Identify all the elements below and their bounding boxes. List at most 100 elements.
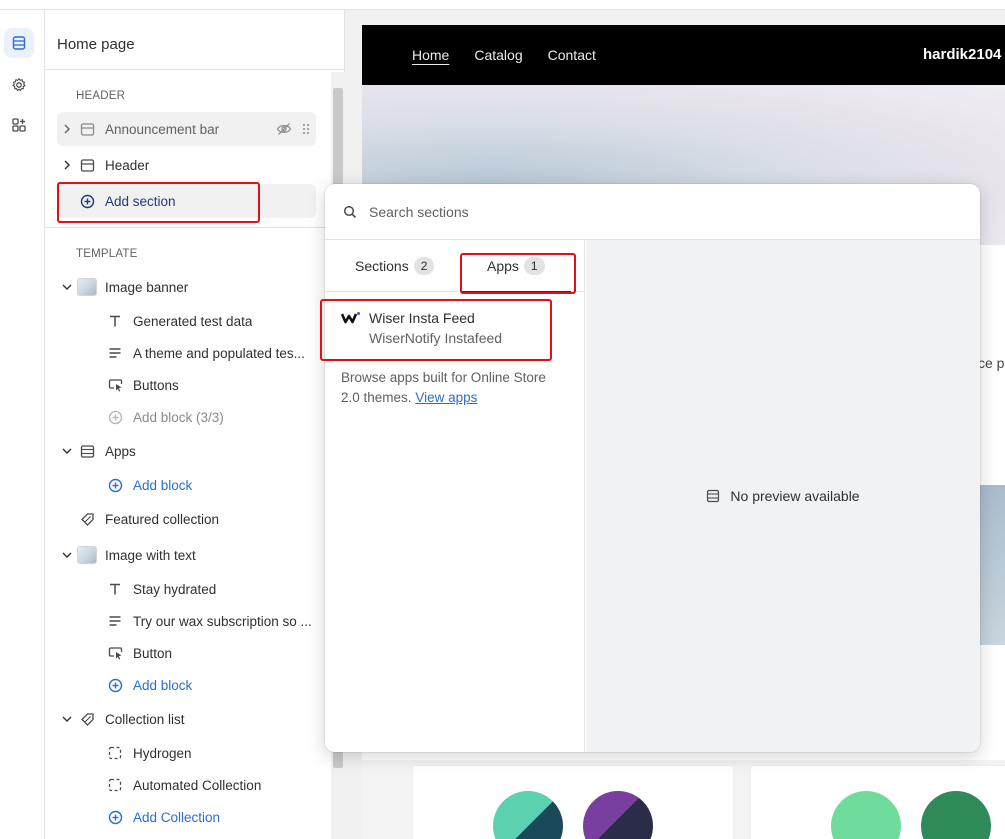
sidebar-item-label: Announcement bar [105,121,220,137]
nav-link-catalog[interactable]: Catalog [474,47,522,63]
add-block-button[interactable]: Add block [105,669,317,701]
section-icon [77,158,97,173]
block-item[interactable]: Hydrogen [105,737,317,769]
add-section-popup: Sections 2 Apps 1 Wiser Insta Feed Wiser… [325,184,980,752]
button-icon [105,646,125,660]
tab-sections[interactable]: Sections 2 [355,240,435,292]
page-title: Home page [57,36,135,53]
block-item[interactable]: Try our wax subscription so ... [105,605,317,637]
add-circle-icon [77,194,97,209]
drag-handle-icon[interactable] [302,123,310,135]
collection-card[interactable] [750,765,1005,839]
block-item[interactable]: Buttons [105,369,317,401]
top-strip [0,0,1005,10]
app-block-item[interactable]: Wiser Insta Feed WiserNotify Instafeed [340,308,561,356]
add-block-label: Add block [133,677,193,693]
block-label: Generated test data [133,313,253,329]
sidebar-item-label: Image banner [105,279,189,295]
eye-hidden-icon[interactable] [276,122,292,136]
sidebar-item-apps[interactable]: Apps [57,434,316,468]
chevron-down-icon[interactable] [60,447,74,455]
block-item[interactable]: Stay hydrated [105,573,317,605]
chevron-down-icon[interactable] [60,551,74,559]
image-thumbnail [77,278,97,296]
block-item[interactable]: A theme and populated tes... [105,337,317,369]
sidebar-item-image-with-text[interactable]: Image with text [57,538,316,572]
app-vendor: WiserNotify Instafeed [369,330,503,346]
add-block-label: Add block (3/3) [133,409,224,425]
icon-rail [0,10,45,839]
sections-rail-button[interactable] [4,28,34,58]
add-collection-button[interactable]: Add Collection [105,801,317,833]
tab-label: Sections [355,258,409,274]
add-block-label: Add block [133,477,193,493]
add-section-button[interactable]: Add section [57,184,316,218]
popup-list-pane: Sections 2 Apps 1 Wiser Insta Feed Wiser… [325,240,585,752]
tab-count-badge: 2 [413,257,435,275]
chevron-down-icon[interactable] [60,283,74,291]
view-apps-link[interactable]: View apps [415,390,477,405]
sidebar-item-label: Apps [105,443,136,459]
block-item[interactable]: Button [105,637,317,669]
sidebar-item-label: Header [105,157,150,173]
divider [45,227,345,228]
image-with-text-image [979,485,1005,645]
search-icon [343,205,357,219]
tag-icon [77,712,97,727]
block-label: Buttons [133,377,179,393]
add-circle-icon [105,478,125,493]
button-icon [105,378,125,392]
section-search-bar [325,184,980,240]
template-group-label: TEMPLATE [76,248,138,260]
store-brand[interactable]: hardik2104 [923,46,1001,63]
sidebar-item-image-banner[interactable]: Image banner [57,270,316,304]
sidebar-item-label: Featured collection [105,511,220,527]
browse-apps-text: Browse apps built for Online Store 2.0 t… [341,368,566,408]
nav-link-home[interactable]: Home [412,47,449,63]
sidebar-item-announcement-bar[interactable]: Announcement bar [57,112,316,146]
nav-link-contact[interactable]: Contact [548,47,596,63]
store-nav: Home Catalog Contact hardik2104 [362,25,1005,85]
no-preview-label: No preview available [730,488,860,504]
chevron-down-icon[interactable] [60,715,74,723]
app-embeds-rail-button[interactable] [4,110,34,140]
sidebar-item-collection-list[interactable]: Collection list [57,702,316,736]
apps-section-icon [77,444,97,459]
block-label: Hydrogen [133,745,192,761]
theme-settings-rail-button[interactable] [4,70,34,100]
tag-icon [77,512,97,527]
block-item[interactable]: Automated Collection [105,769,317,801]
paragraph-icon [105,614,125,628]
tab-count-badge: 1 [523,257,545,275]
no-preview-message: No preview available [586,240,980,752]
block-label: Try our wax subscription so ... [133,613,312,629]
sidebar-item-header[interactable]: Header [57,148,316,182]
add-block-button-disabled[interactable]: Add block (3/3) [105,401,317,433]
apps-icon [12,118,26,132]
image-thumbnail [77,546,97,564]
collection-image [583,791,653,839]
dashed-square-icon [105,746,125,760]
add-section-label: Add section [105,193,176,209]
chevron-right-icon[interactable] [60,160,74,170]
paragraph-icon [105,346,125,360]
sections-icon [12,36,26,50]
block-label: Button [133,645,173,661]
header-group-label: HEADER [76,90,126,102]
add-circle-icon [105,810,125,825]
add-block-button[interactable]: Add block [105,469,317,501]
sidebar-item-featured-collection[interactable]: Featured collection [57,502,316,536]
search-sections-input[interactable] [369,203,929,220]
collection-image [493,791,563,839]
sidebar-item-label: Image with text [105,547,196,563]
section-icon [77,122,97,137]
store-text-snippet: ce p [978,355,1005,371]
collection-card[interactable] [412,765,734,839]
popup-preview-pane: No preview available [586,240,980,752]
add-circle-icon [105,678,125,693]
chevron-right-icon[interactable] [60,124,74,134]
block-item[interactable]: Generated test data [105,305,317,337]
divider [45,69,345,70]
tab-apps[interactable]: Apps 1 [461,240,571,293]
dashed-square-icon [105,778,125,792]
